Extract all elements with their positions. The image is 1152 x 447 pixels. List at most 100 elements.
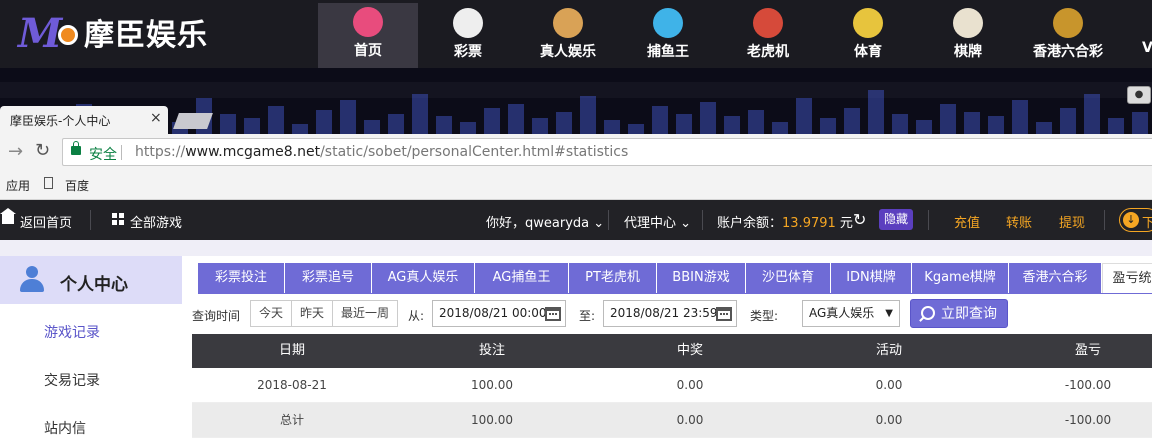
back-home-link[interactable]: 返回首页 [20, 212, 72, 231]
nav-item-7[interactable]: 香港六合彩 [1018, 4, 1118, 68]
hide-balance-button[interactable]: 隐藏 [879, 209, 914, 230]
window-profile-button[interactable]: ● [1127, 86, 1151, 104]
address-bar[interactable]: 安全 https://www.mcgame8.net/static/sobet/… [62, 138, 1152, 166]
table-header: 日期 投注 中奖 活动 盈亏 [192, 334, 1152, 368]
withdraw-link[interactable]: 提现 [1059, 212, 1085, 231]
table-row: 2018-08-21 100.00 0.00 0.00 -100.00 [192, 368, 1152, 403]
table-cell: 100.00 [471, 378, 513, 392]
nav-item-label: 棋牌 [954, 44, 982, 60]
search-button-label: 立即查询 [941, 306, 997, 322]
user-greeting[interactable]: 你好，qwearyda ⌄ [486, 212, 604, 231]
agent-center-label: 代理中心 [624, 216, 677, 231]
visualizer-bar [676, 114, 692, 134]
tab-9[interactable]: 香港六合彩 [1009, 263, 1101, 293]
lock-icon [71, 141, 81, 155]
tab-4[interactable]: PT老虎机 [569, 263, 656, 293]
tab-3[interactable]: AG捕鱼王 [475, 263, 568, 293]
nav-item-2[interactable]: 真人娱乐 [518, 4, 618, 68]
nav-item-label: 捕鱼王 [647, 44, 689, 60]
all-games-link[interactable]: 全部游戏 [130, 212, 182, 231]
transfer-link[interactable]: 转账 [1006, 212, 1032, 231]
address-divider [121, 145, 122, 160]
quick-today-button[interactable]: 今天 [250, 300, 292, 327]
type-select[interactable]: AG真人娱乐 ▼ [802, 300, 900, 327]
table-cell: 0.00 [676, 413, 704, 427]
nav-item-1[interactable]: 彩票 [418, 4, 518, 68]
calendar-icon[interactable] [716, 307, 732, 321]
video-play-icon [553, 8, 583, 38]
tab-6[interactable]: 沙巴体育 [746, 263, 830, 293]
nav-item-4[interactable]: 老虎机 [718, 4, 818, 68]
search-button[interactable]: 立即查询 [910, 299, 1008, 328]
tab-8[interactable]: Kgame棋牌 [912, 263, 1008, 293]
content-area: 个人中心 游戏记录 交易记录 站内信 彩票投注 彩票追号 AG真人娱乐 AG捕鱼王 PT… [0, 240, 1152, 447]
grid-icon [112, 213, 125, 226]
nav-item-3[interactable]: 捕鱼王 [618, 4, 718, 68]
nav-overflow-label[interactable]: V [1142, 40, 1152, 56]
tab-1[interactable]: 彩票追号 [285, 263, 371, 293]
table-row: 总计 100.00 0.00 0.00 -100.00 [192, 403, 1152, 438]
to-date-value: 2018/08/21 23:59 [610, 306, 718, 320]
tab-10[interactable]: 盈亏统 [1102, 263, 1152, 293]
nav-item-label: 老虎机 [747, 44, 789, 60]
hk-lottery-icon [1053, 8, 1083, 38]
from-date-input[interactable]: 2018/08/21 00:00 [432, 300, 566, 327]
chevron-down-icon: ⌄ [680, 216, 692, 231]
calendar-icon[interactable] [545, 307, 561, 321]
tab-5[interactable]: BBIN游戏 [657, 263, 745, 293]
sidebar-item-transactions[interactable]: 交易记录 [44, 370, 100, 390]
visualizer-bar [796, 98, 812, 134]
download-button[interactable]: ↓ 下 [1119, 208, 1152, 232]
nav-item-6[interactable]: 棋牌 [918, 4, 1018, 68]
nav-item-label: 香港六合彩 [1033, 44, 1103, 60]
search-icon [921, 306, 935, 320]
column-header[interactable]: 日期 [192, 334, 392, 368]
table-cell: -100.00 [1064, 378, 1112, 392]
url-text[interactable]: https://www.mcgame8.net/static/sobet/per… [135, 144, 628, 160]
nav-item-0[interactable]: 首页 [318, 3, 418, 68]
close-tab-icon[interactable]: × [150, 110, 162, 126]
visualizer-bar [268, 106, 284, 134]
tab-7[interactable]: IDN棋牌 [831, 263, 911, 293]
browser-tab[interactable]: 摩臣娱乐-个人中心 × [0, 106, 168, 134]
reload-icon[interactable]: ↻ [35, 140, 50, 161]
visualizer-bar [388, 114, 404, 134]
nav-item-5[interactable]: 体育 [818, 4, 918, 68]
quick-week-button[interactable]: 最近一周 [332, 300, 398, 327]
visualizer-bar [484, 108, 500, 134]
new-tab-button[interactable] [173, 113, 213, 129]
deposit-link[interactable]: 充值 [954, 212, 980, 231]
header-divider [928, 210, 929, 230]
visualizer-bar [364, 120, 380, 134]
query-form: 查询时间 今天 昨天 最近一周 从: 2018/08/21 00:00 至: 2… [192, 299, 1152, 328]
visualizer-bar [1108, 118, 1124, 134]
sidebar-item-messages[interactable]: 站内信 [44, 418, 86, 438]
quick-yesterday-button[interactable]: 昨天 [291, 300, 333, 327]
visualizer-bar [604, 120, 620, 134]
sidebar-item-game-records[interactable]: 游戏记录 [44, 322, 100, 342]
header-divider [90, 210, 91, 230]
site-logo[interactable]: M 摩臣娱乐 [18, 10, 208, 57]
nav-item-label: 彩票 [454, 44, 482, 60]
visualizer-bar [316, 110, 332, 134]
column-header[interactable]: 盈亏 [988, 334, 1152, 368]
column-header[interactable]: 活动 [789, 334, 989, 368]
forward-arrow-icon[interactable]: → [8, 141, 23, 162]
visualizer-bar [1036, 122, 1052, 134]
bookmark-page-icon [44, 177, 53, 189]
visualizer-bar [988, 116, 1004, 134]
agent-center-menu[interactable]: 代理中心 ⌄ [624, 212, 691, 231]
tab-2[interactable]: AG真人娱乐 [372, 263, 474, 293]
to-date-input[interactable]: 2018/08/21 23:59 [603, 300, 737, 327]
tab-0[interactable]: 彩票投注 [198, 263, 284, 293]
visualizer-bar [340, 100, 356, 134]
table-cell: 100.00 [471, 413, 513, 427]
column-header[interactable]: 投注 [392, 334, 592, 368]
bookmark-baidu[interactable]: 百度 [65, 177, 89, 194]
column-header[interactable]: 中奖 [590, 334, 790, 368]
refresh-balance-icon[interactable]: ↻ [853, 210, 866, 229]
visualizer-bar [532, 118, 548, 134]
nav-item-label: 体育 [854, 44, 882, 60]
visualizer-bar [580, 96, 596, 134]
bookmark-apps[interactable]: 应用 [6, 177, 30, 194]
